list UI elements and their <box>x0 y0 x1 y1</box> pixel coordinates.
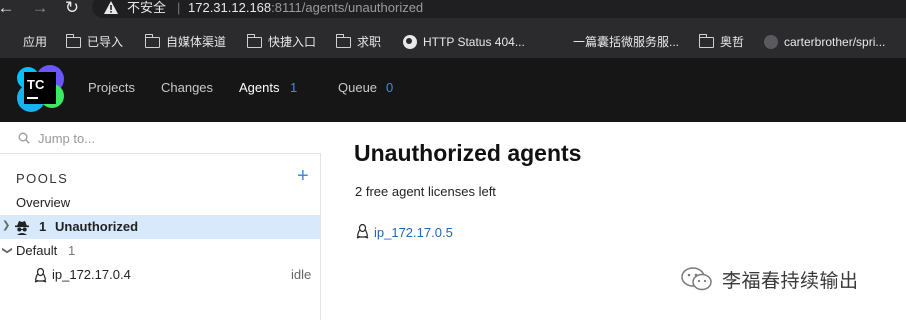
default-pool-count: 1 <box>68 243 76 258</box>
bookmark-imported[interactable]: 已导入 <box>65 33 124 51</box>
watermark-text: 李福春持续输出 <box>722 270 859 292</box>
linux-icon <box>34 268 47 283</box>
sidebar-item-agent[interactable]: ip_172.17.0.4 idle <box>0 265 320 287</box>
teamcity-logo[interactable]: TC <box>14 62 66 114</box>
add-pool-button[interactable]: + <box>297 166 309 186</box>
nav-changes[interactable]: Changes <box>161 80 213 96</box>
apps-grid-icon <box>3 35 17 49</box>
warning-icon[interactable] <box>104 1 118 14</box>
globe-icon <box>403 35 417 49</box>
github-icon <box>764 35 778 49</box>
bookmark-label: 一篇囊括微服务服... <box>573 35 680 49</box>
wechat-icon <box>681 267 712 291</box>
nav-agents[interactable]: Agents <box>239 80 279 96</box>
bookmark-jobs[interactable]: 求职 <box>335 33 382 51</box>
bookmark-label: carterbrother/spri... <box>784 35 886 49</box>
bookmark-microservice[interactable]: 一篇囊括微服务服... <box>573 33 679 51</box>
queue-count: 0 <box>386 80 394 95</box>
license-info: 2 free agent licenses left <box>355 184 496 199</box>
bookmark-http-404[interactable]: HTTP Status 404... <box>403 33 525 51</box>
agents-count: 1 <box>290 80 298 95</box>
linux-icon <box>356 224 369 239</box>
search-icon <box>18 132 30 144</box>
url-text[interactable]: 172.31.12.168:8111/agents/unauthorized <box>188 0 423 16</box>
page-title: Unauthorized agents <box>354 140 582 166</box>
url-path: :8111/agents/unauthorized <box>271 0 424 15</box>
logo-text: TC <box>27 77 45 92</box>
back-arrow-icon[interactable]: ← <box>0 0 15 18</box>
bookmark-label: HTTP Status 404... <box>423 35 525 49</box>
bookmark-shortcuts[interactable]: 快捷入口 <box>246 33 317 51</box>
search-input[interactable] <box>38 128 308 148</box>
agent-name: ip_172.17.0.4 <box>52 267 131 282</box>
folder-icon <box>698 33 714 48</box>
forward-arrow-icon[interactable]: → <box>31 0 49 18</box>
bookmark-label: 求职 <box>357 35 382 49</box>
folder-icon <box>144 33 160 48</box>
default-pool-label: Default <box>16 243 58 258</box>
url-host: 172.31.12.168 <box>188 0 272 15</box>
spy-icon <box>15 221 29 235</box>
sidebar-item-default-pool[interactable]: ❯ Default 1 <box>0 242 320 264</box>
sidebar-item-overview[interactable]: Overview <box>16 195 70 210</box>
chevron-right-icon[interactable]: ❯ <box>2 220 10 231</box>
nav-projects[interactable]: Projects <box>88 80 135 96</box>
nav-queue[interactable]: Queue <box>338 80 377 96</box>
bookmark-label: 应用 <box>23 35 48 49</box>
bookmark-label: 已导入 <box>87 35 124 49</box>
browser-toolbar: ← → ↻ 不安全 | 172.31.12.168:8111/agents/un… <box>0 0 906 26</box>
sidebar-item-unauthorized[interactable]: ❯ 1 Unauthorized <box>0 215 320 239</box>
folder-icon <box>246 33 262 48</box>
bookmarks-bar: 应用 已导入 自媒体渠道 快捷入口 求职 HTTP Status 404... … <box>0 26 906 58</box>
folder-icon <box>335 33 351 48</box>
folder-icon <box>65 33 81 48</box>
url-separator: | <box>177 0 181 15</box>
watermark: 李福春持续输出 <box>680 264 859 294</box>
app-header: TC Projects Changes Agents 1 Queue 0 <box>0 58 906 122</box>
bookmark-label: 快捷入口 <box>268 35 317 49</box>
insecure-label[interactable]: 不安全 <box>127 0 166 16</box>
unauthorized-agent-link[interactable]: ip_172.17.0.5 <box>374 225 453 240</box>
bookmark-label: 自媒体渠道 <box>166 35 227 49</box>
pools-heading: POOLS <box>16 171 69 186</box>
unauthorized-label: Unauthorized <box>55 219 139 234</box>
bookmark-aozhe[interactable]: 奥哲 <box>698 33 745 51</box>
reload-icon[interactable]: ↻ <box>63 0 81 18</box>
chevron-down-icon[interactable]: ❯ <box>2 246 13 254</box>
bookmark-media[interactable]: 自媒体渠道 <box>144 33 227 51</box>
agent-status: idle <box>291 267 312 282</box>
bookmark-label: 奥哲 <box>720 35 745 49</box>
bookmark-github[interactable]: carterbrother/spri... <box>764 33 885 51</box>
sidebar: POOLS + Overview ❯ 1 Unauthorized ❯ Defa… <box>0 122 321 320</box>
unauthorized-count: 1 <box>39 219 47 234</box>
bookmark-apps[interactable]: 应用 <box>3 33 47 51</box>
search-box <box>0 122 321 154</box>
